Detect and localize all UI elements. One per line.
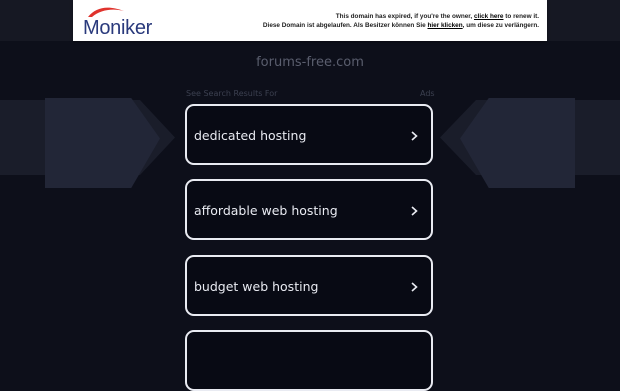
chevron-right-icon: [411, 131, 418, 141]
message-de-text: Diese Domain ist abgelaufen. Als Besitze…: [262, 22, 428, 29]
expiry-message-de: Diese Domain ist abgelaufen. Als Besitze…: [263, 21, 539, 30]
result-label: affordable web hosting: [194, 203, 338, 218]
expiry-message-en: This domain has expired, if you're the o…: [263, 12, 539, 21]
renew-link-de[interactable]: hier klicken: [427, 22, 462, 29]
result-label: budget web hosting: [194, 279, 319, 294]
logo-text: Moniker: [83, 17, 153, 39]
search-results-label: See Search Results For: [186, 89, 278, 98]
message-en-text: This domain has expired, if you're the o…: [335, 13, 474, 20]
message-de-suffix: , um diese zu verlängern.: [462, 22, 539, 29]
expiry-banner: Moniker This domain has expired, if you'…: [73, 0, 547, 41]
search-result-affordable-web-hosting[interactable]: affordable web hosting: [185, 179, 433, 240]
search-result-dedicated-hosting[interactable]: dedicated hosting: [185, 104, 433, 165]
result-label: dedicated hosting: [194, 128, 307, 143]
domain-title: forums-free.com: [256, 55, 364, 70]
chevron-right-icon: [411, 282, 418, 292]
message-en-suffix: to renew it.: [503, 13, 539, 20]
renew-link-en[interactable]: click here: [474, 13, 504, 20]
moniker-logo[interactable]: Moniker: [83, 5, 163, 39]
search-result-partial[interactable]: [185, 330, 433, 391]
search-result-budget-web-hosting[interactable]: budget web hosting: [185, 255, 433, 316]
ads-label: Ads: [420, 89, 435, 98]
expiry-message: This domain has expired, if you're the o…: [263, 12, 539, 30]
chevron-right-icon: [411, 206, 418, 216]
